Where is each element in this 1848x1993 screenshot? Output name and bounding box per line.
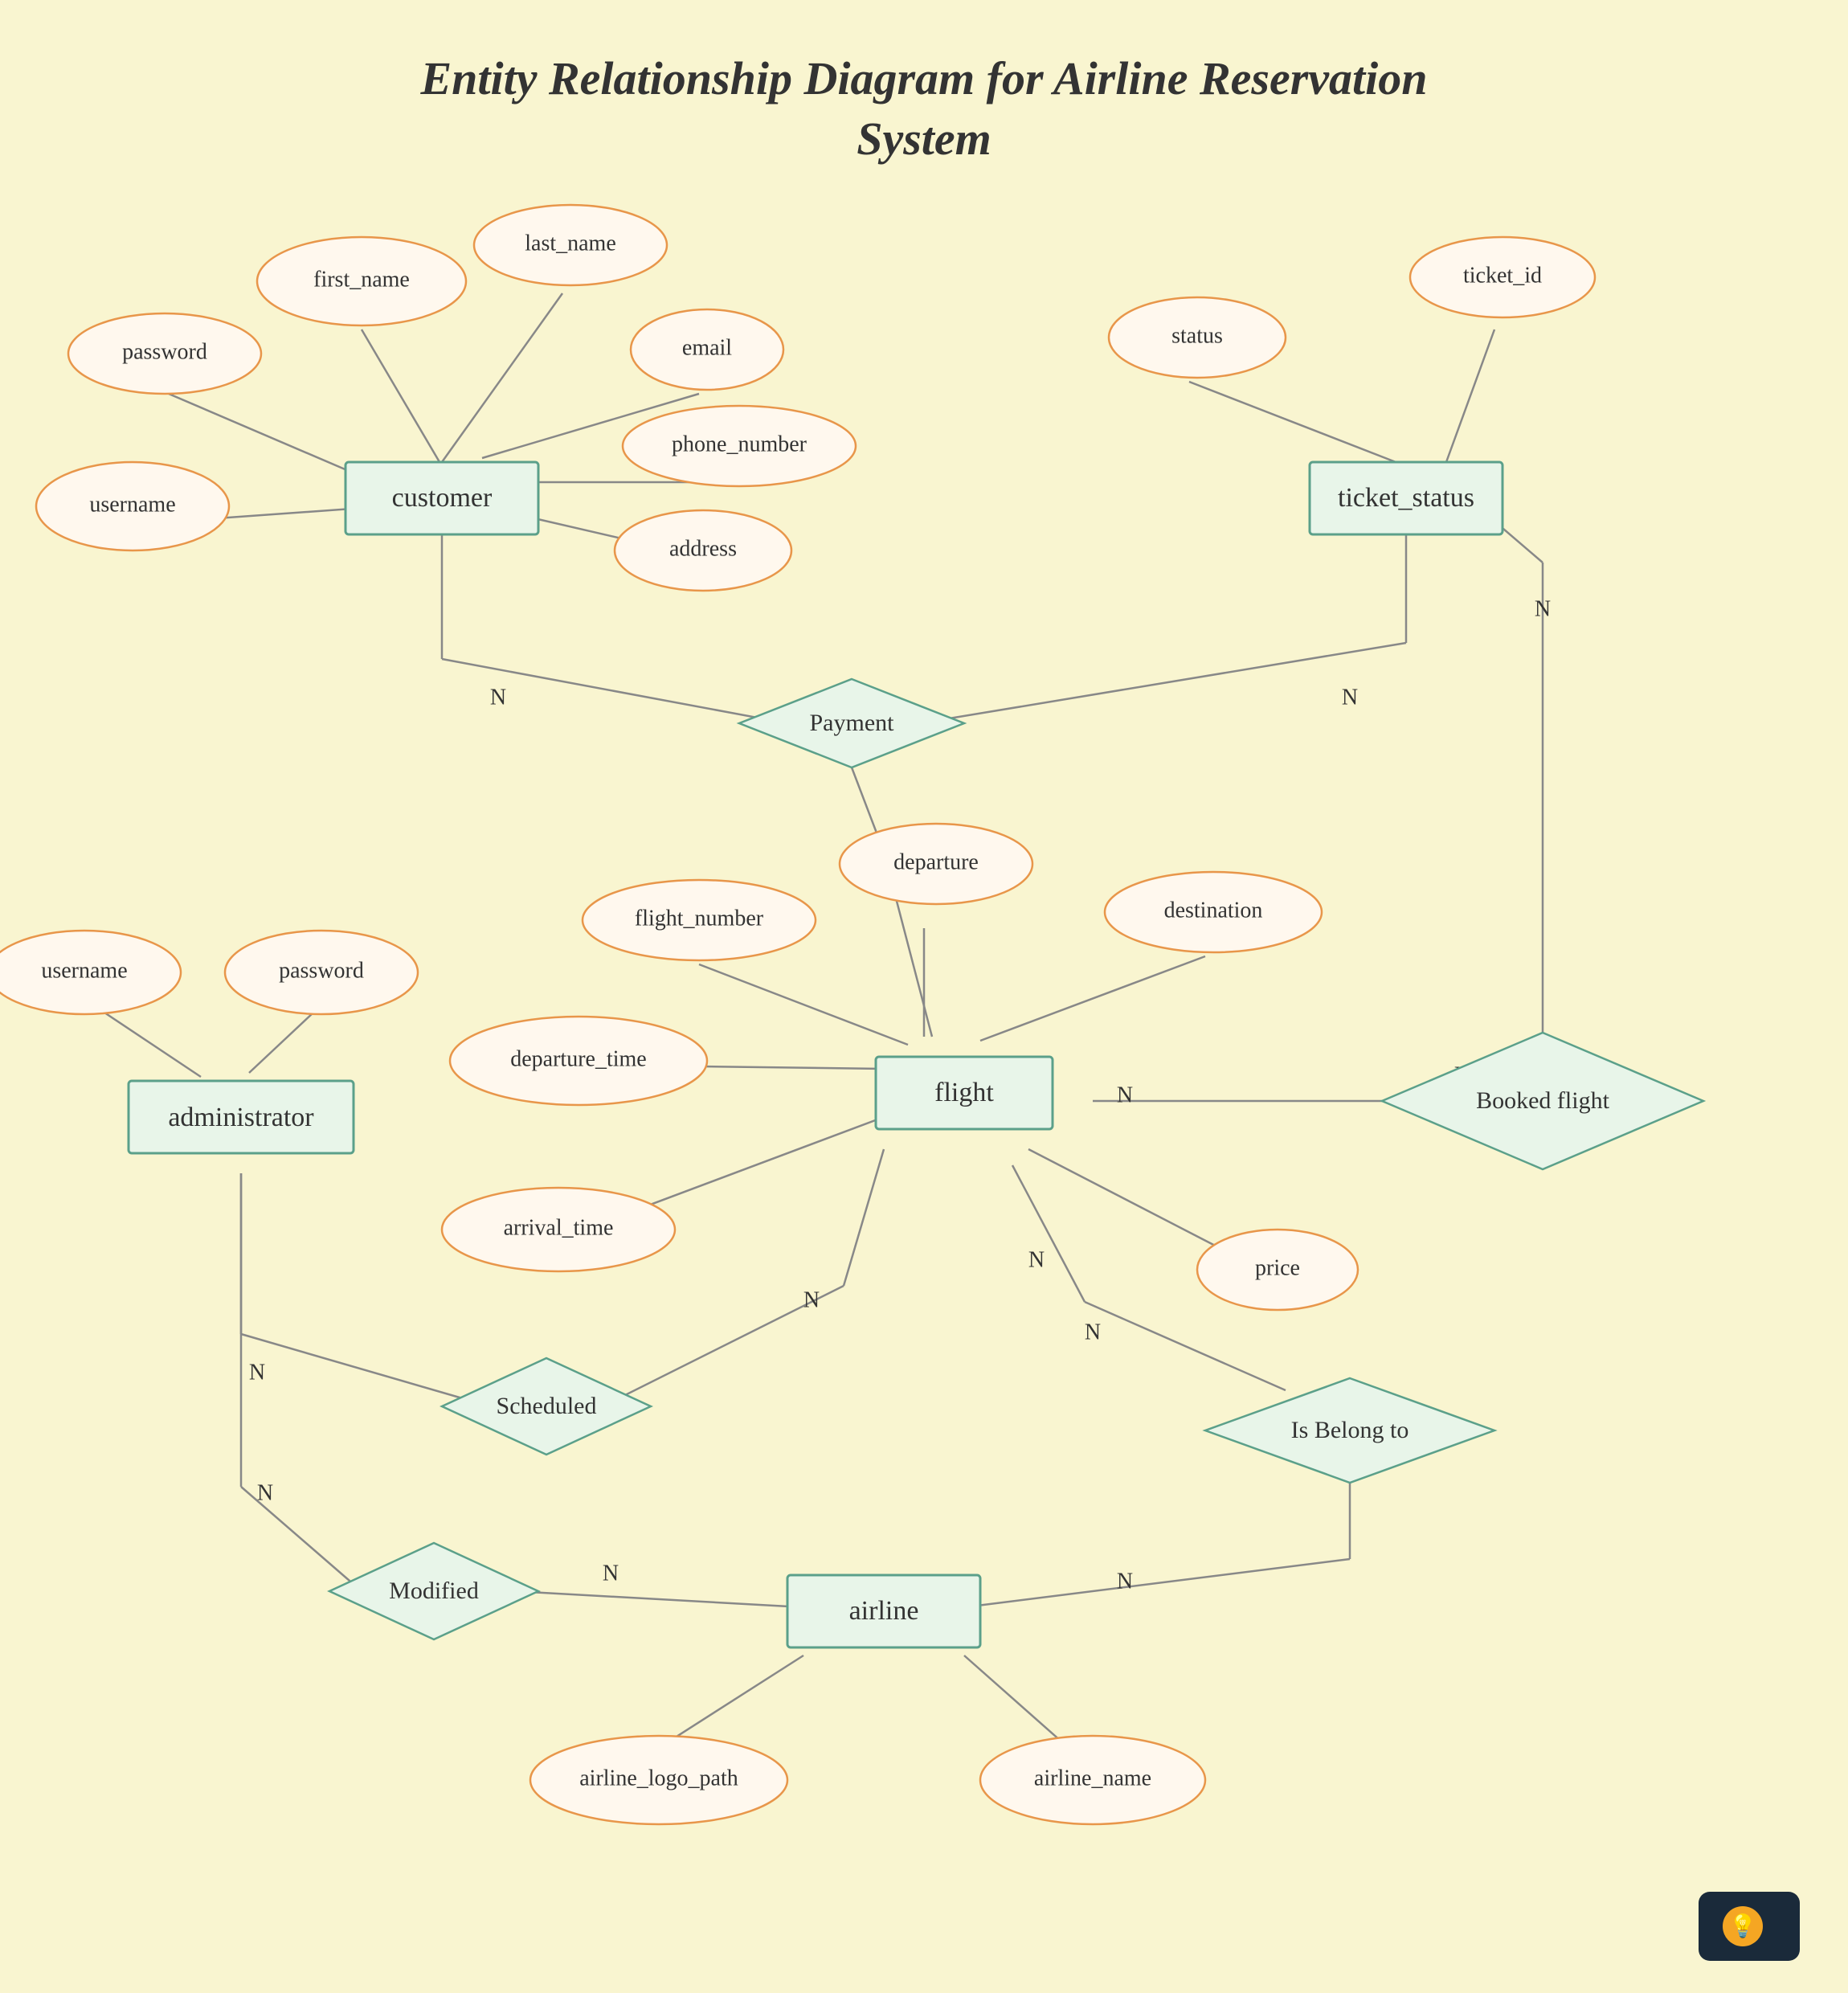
cardinality-n9: N bbox=[257, 1480, 273, 1505]
entity-administrator-label: administrator bbox=[168, 1103, 314, 1132]
cardinality-n10: N bbox=[603, 1561, 619, 1586]
attr-first-name-label: first_name bbox=[313, 267, 410, 292]
attr-username-admin-label: username bbox=[41, 958, 127, 983]
creately-badge: 💡 bbox=[1699, 1892, 1800, 1961]
rel-scheduled-label: Scheduled bbox=[497, 1393, 597, 1419]
creately-icon: 💡 bbox=[1723, 1906, 1763, 1946]
attr-password-cust-label: password bbox=[122, 339, 207, 364]
attr-departure-time-label: departure_time bbox=[510, 1046, 646, 1071]
attr-status-label: status bbox=[1171, 323, 1223, 348]
attr-airline-logo-label: airline_logo_path bbox=[579, 1766, 738, 1790]
attr-airline-name-label: airline_name bbox=[1034, 1766, 1151, 1790]
cardinality-n3: N bbox=[490, 685, 506, 710]
cardinality-n12: N bbox=[1117, 1082, 1133, 1107]
attr-password-admin-label: password bbox=[279, 958, 364, 983]
cardinality-n7: N bbox=[1085, 1320, 1101, 1344]
entity-customer-label: customer bbox=[392, 483, 493, 513]
attr-flight-number-label: flight_number bbox=[635, 906, 764, 931]
attr-last-name-label: last_name bbox=[525, 231, 616, 256]
cardinality-n8: N bbox=[1117, 1569, 1133, 1594]
rel-booked-flight-label: Booked flight bbox=[1476, 1087, 1609, 1114]
attr-phone-number-label: phone_number bbox=[672, 432, 807, 456]
attr-ticket-id-label: ticket_id bbox=[1463, 263, 1542, 288]
cardinality-n4: N bbox=[1342, 685, 1358, 710]
rel-is-belong-to-label: Is Belong to bbox=[1291, 1417, 1409, 1443]
attr-arrival-time-label: arrival_time bbox=[504, 1215, 614, 1240]
attr-address-label: address bbox=[669, 536, 737, 561]
attr-username-cust-label: username bbox=[89, 492, 175, 517]
cardinality-n2: N bbox=[803, 1287, 820, 1312]
cardinality-n1: N bbox=[249, 1360, 265, 1385]
page-container: Entity Relationship Diagram for Airline … bbox=[0, 0, 1848, 1993]
entity-airline-label: airline bbox=[849, 1596, 919, 1626]
cardinality-n6: N bbox=[1535, 596, 1551, 621]
rel-payment-label: Payment bbox=[810, 710, 895, 736]
entity-ticket-status-label: ticket_status bbox=[1338, 483, 1474, 513]
attr-email-label: email bbox=[682, 335, 732, 360]
rel-modified-label: Modified bbox=[389, 1578, 479, 1604]
cardinality-n11: N bbox=[1028, 1247, 1045, 1272]
attr-departure-label: departure bbox=[893, 849, 979, 874]
attr-destination-label: destination bbox=[1164, 898, 1263, 923]
entity-flight-label: flight bbox=[934, 1078, 994, 1107]
attr-price-label: price bbox=[1255, 1255, 1300, 1280]
